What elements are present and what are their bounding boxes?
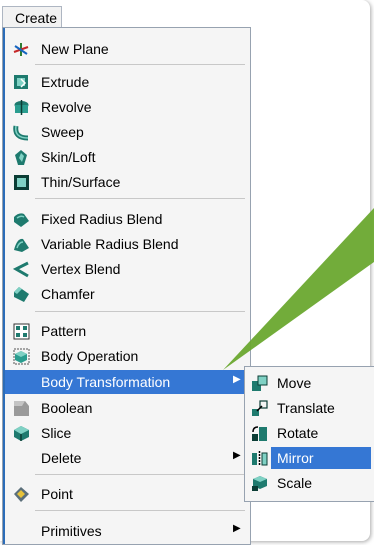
submenu-item-scale[interactable]: Scale — [245, 471, 373, 495]
new-plane-icon — [13, 43, 29, 56]
menu-item-chamfer[interactable]: Chamfer — [5, 282, 248, 306]
menu-item-fixed-radius-blend[interactable]: Fixed Radius Blend — [5, 207, 248, 231]
menu-item-sweep[interactable]: Sweep — [5, 120, 248, 144]
submenu-item-label: Scale — [277, 475, 313, 491]
boolean-icon — [14, 401, 29, 416]
point-icon — [14, 487, 29, 502]
menu-item-label: Primitives — [41, 523, 102, 539]
submenu-arrow-icon: ▶ — [233, 374, 241, 385]
menu-separator — [35, 474, 245, 475]
scale-icon — [252, 476, 267, 491]
submenu-item-label: Rotate — [277, 425, 319, 441]
menu-item-new-plane[interactable]: New Plane — [5, 37, 248, 61]
translate-icon — [252, 400, 268, 416]
menu-item-vertex-blend[interactable]: Vertex Blend — [5, 257, 248, 281]
sweep-icon — [13, 125, 29, 141]
pattern-icon — [13, 323, 30, 340]
menu-item-skin-loft[interactable]: Skin/Loft — [5, 145, 248, 169]
menu-item-label: Delete — [41, 450, 82, 466]
menu-item-label: Body Operation — [41, 348, 139, 364]
menu-separator — [35, 198, 245, 199]
slice-icon — [14, 426, 29, 441]
rotate-icon — [252, 426, 267, 441]
menu-item-label: Variable Radius Blend — [41, 236, 179, 252]
menu-item-label: Pattern — [41, 323, 87, 339]
thin-surface-icon — [14, 175, 29, 190]
menu-item-primitives[interactable]: Primitives ▶ — [5, 519, 248, 543]
menu-item-revolve[interactable]: Revolve — [5, 95, 248, 119]
menu-item-label: Skin/Loft — [41, 149, 96, 165]
submenu-item-label: Mirror — [277, 450, 314, 466]
create-menu-label: Create — [15, 10, 58, 26]
menu-item-pattern[interactable]: Pattern — [5, 319, 248, 343]
submenu-item-mirror[interactable]: Mirror — [245, 446, 373, 470]
menu-item-extrude[interactable]: Extrude — [5, 70, 248, 94]
revolve-icon — [14, 100, 29, 115]
move-icon — [252, 375, 268, 391]
body-operation-icon — [13, 348, 30, 365]
menu-item-delete[interactable]: Delete ▶ — [5, 446, 248, 470]
menu-item-label: Body Transformation — [41, 374, 171, 390]
menu-item-label: Chamfer — [41, 286, 95, 302]
mirror-icon — [252, 451, 268, 466]
submenu-item-label: Move — [277, 375, 312, 391]
submenu-arrow-icon: ▶ — [233, 450, 241, 461]
chamfer-icon — [14, 287, 29, 302]
menu-item-body-transformation[interactable]: Body Transformation ▶ — [5, 370, 248, 394]
menu-item-point[interactable]: Point — [5, 482, 248, 506]
submenu-item-label: Translate — [277, 400, 335, 416]
submenu-item-move[interactable]: Move — [245, 371, 373, 395]
menu-item-variable-radius-blend[interactable]: Variable Radius Blend — [5, 232, 248, 256]
menu-item-label: Revolve — [41, 99, 92, 115]
screenshot-frame: Create New Plane Extrude Revolve Sweep S… — [0, 0, 374, 545]
variable-radius-blend-icon — [14, 238, 29, 252]
menu-item-label: Fixed Radius Blend — [41, 211, 163, 227]
menu-item-label: Sweep — [41, 124, 84, 140]
menu-item-label: New Plane — [41, 41, 109, 57]
menu-separator — [35, 510, 245, 511]
menu-item-boolean[interactable]: Boolean — [5, 396, 248, 420]
body-transformation-submenu: Move Translate Rotate Mirror Scale — [244, 366, 374, 502]
menu-item-slice[interactable]: Slice — [5, 421, 248, 445]
menu-item-label: Thin/Surface — [41, 174, 121, 190]
fixed-radius-blend-icon — [14, 213, 29, 227]
create-menu-button[interactable]: Create — [2, 6, 62, 29]
menu-separator — [35, 64, 245, 65]
create-dropdown-menu: New Plane Extrude Revolve Sweep Skin/Lof… — [2, 27, 251, 545]
submenu-item-rotate[interactable]: Rotate — [245, 421, 373, 445]
menu-item-label: Point — [41, 486, 73, 502]
vertex-blend-icon — [13, 261, 29, 278]
menu-item-body-operation[interactable]: Body Operation — [5, 344, 248, 368]
menu-item-thin-surface[interactable]: Thin/Surface — [5, 170, 248, 194]
skin-loft-icon — [15, 150, 27, 165]
menu-item-label: Extrude — [41, 74, 90, 90]
menu-item-label: Vertex Blend — [41, 261, 121, 277]
menu-separator — [35, 311, 245, 312]
menu-item-label: Boolean — [41, 400, 93, 416]
extrude-icon — [14, 75, 28, 89]
submenu-item-translate[interactable]: Translate — [245, 396, 373, 420]
menu-item-label: Slice — [41, 425, 72, 441]
submenu-arrow-icon: ▶ — [233, 523, 241, 534]
